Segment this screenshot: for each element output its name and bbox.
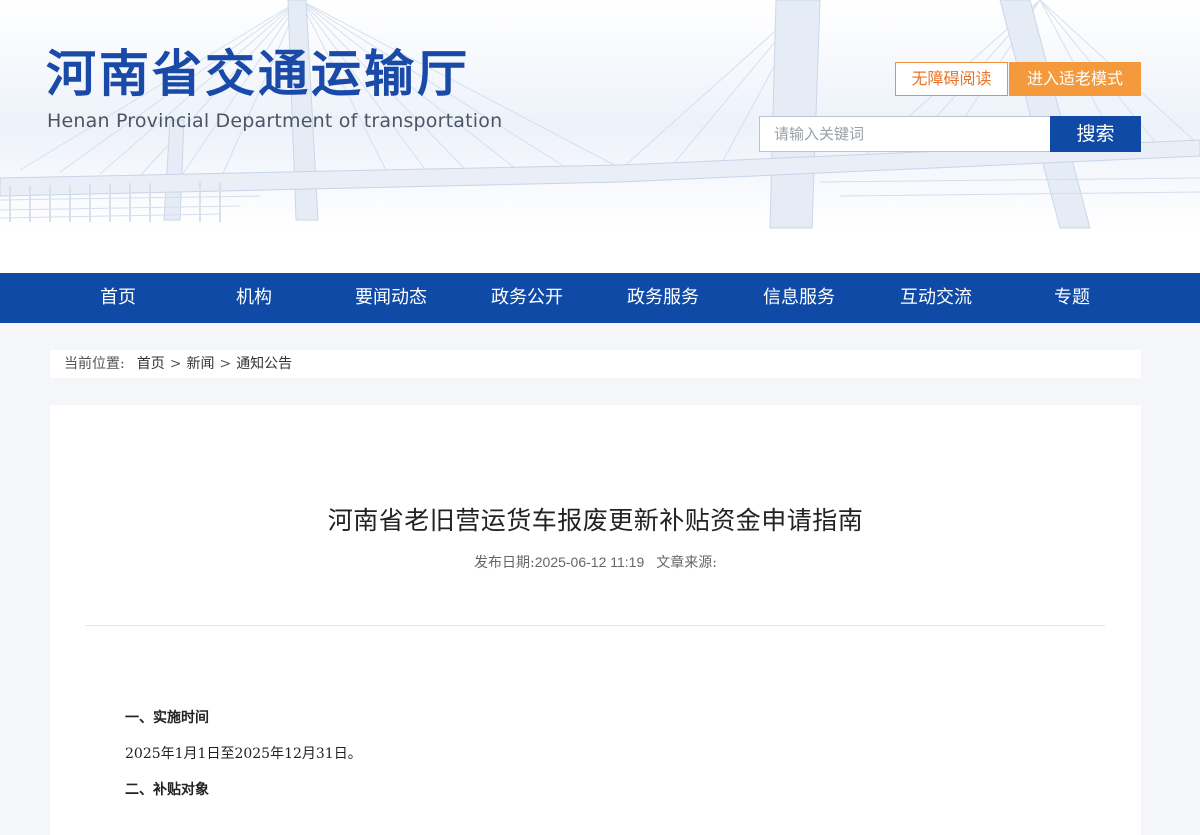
breadcrumb-label: 当前位置: [64, 356, 125, 372]
publish-date: 2025-06-12 11:19 [534, 554, 645, 570]
article-source-label: 文章来源: [656, 555, 717, 571]
elder-mode-button[interactable]: 进入适老模式 [1009, 62, 1141, 96]
nav-item-news[interactable]: 要闻动态 [323, 273, 459, 323]
nav-item-government-services[interactable]: 政务服务 [595, 273, 731, 323]
breadcrumb-home[interactable]: 首页 [137, 356, 165, 372]
publish-date-label: 发布日期: [474, 555, 535, 571]
nav-item-topics[interactable]: 专题 [1004, 273, 1140, 323]
search-input[interactable] [759, 116, 1051, 152]
site-header: 河南省交通运输厅 Henan Provincial Department of … [0, 0, 1200, 273]
nav-item-information-services[interactable]: 信息服务 [731, 273, 867, 323]
breadcrumb: 当前位置: 首页 > 新闻 > 通知公告 [50, 350, 1141, 378]
section-heading: 一、实施时间 [125, 710, 209, 726]
breadcrumb-news[interactable]: 新闻 [186, 356, 214, 372]
article-panel: 河南省老旧营运货车报废更新补贴资金申请指南 发布日期:2025-06-12 11… [50, 405, 1141, 835]
article-divider [85, 625, 1105, 626]
breadcrumb-separator: > [169, 356, 182, 372]
article-meta: 发布日期:2025-06-12 11:19 文章来源: [50, 552, 1141, 572]
accessibility-reading-button[interactable]: 无障碍阅读 [895, 62, 1008, 96]
breadcrumb-notices[interactable]: 通知公告 [236, 356, 292, 372]
site-logo-title[interactable]: 河南省交通运输厅 [46, 44, 470, 104]
site-logo-subtitle: Henan Provincial Department of transport… [47, 110, 503, 132]
main-nav: 首页 机构 要闻动态 政务公开 政务服务 信息服务 互动交流 专题 [0, 273, 1200, 323]
section-heading: 二、补贴对象 [125, 782, 209, 798]
breadcrumb-separator: > [219, 356, 232, 372]
nav-item-organization[interactable]: 机构 [186, 273, 322, 323]
section-paragraph: 2025年1月1日至2025年12月31日。 [125, 746, 362, 762]
article-title: 河南省老旧营运货车报废更新补贴资金申请指南 [327, 506, 864, 535]
nav-item-government-affairs[interactable]: 政务公开 [459, 273, 595, 323]
nav-item-home[interactable]: 首页 [50, 273, 186, 323]
search-button[interactable]: 搜索 [1050, 116, 1141, 152]
nav-item-interaction[interactable]: 互动交流 [868, 273, 1004, 323]
